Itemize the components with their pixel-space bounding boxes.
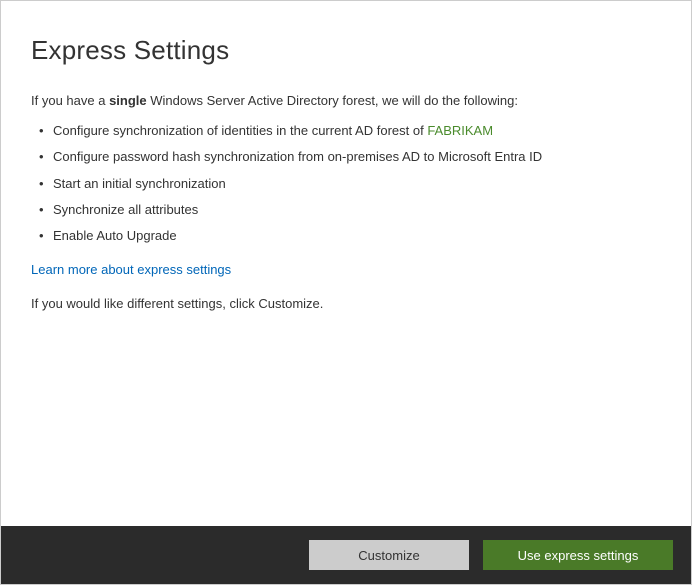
list-item-text: Synchronize all attributes xyxy=(53,202,198,217)
customize-button[interactable]: Customize xyxy=(309,540,469,570)
list-item: Synchronize all attributes xyxy=(39,201,661,219)
forest-name: FABRIKAM xyxy=(427,123,493,138)
main-content: Express Settings If you have a single Wi… xyxy=(1,1,691,343)
list-item: Configure password hash synchronization … xyxy=(39,148,661,166)
list-item-text: Configure password hash synchronization … xyxy=(53,149,542,164)
intro-suffix: Windows Server Active Directory forest, … xyxy=(147,93,518,108)
list-item: Start an initial synchronization xyxy=(39,175,661,193)
page-title: Express Settings xyxy=(31,35,661,66)
intro-text: If you have a single Windows Server Acti… xyxy=(31,92,661,110)
footer-bar: Customize Use express settings xyxy=(1,526,691,584)
intro-bold: single xyxy=(109,93,147,108)
list-item-text: Start an initial synchronization xyxy=(53,176,226,191)
list-item: Enable Auto Upgrade xyxy=(39,227,661,245)
list-item-text: Enable Auto Upgrade xyxy=(53,228,177,243)
learn-more-link[interactable]: Learn more about express settings xyxy=(31,262,231,277)
use-express-settings-button[interactable]: Use express settings xyxy=(483,540,673,570)
list-item-text: Configure synchronization of identities … xyxy=(53,123,427,138)
feature-list: Configure synchronization of identities … xyxy=(39,122,661,245)
intro-prefix: If you have a xyxy=(31,93,109,108)
outro-text: If you would like different settings, cl… xyxy=(31,295,661,313)
list-item: Configure synchronization of identities … xyxy=(39,122,661,140)
